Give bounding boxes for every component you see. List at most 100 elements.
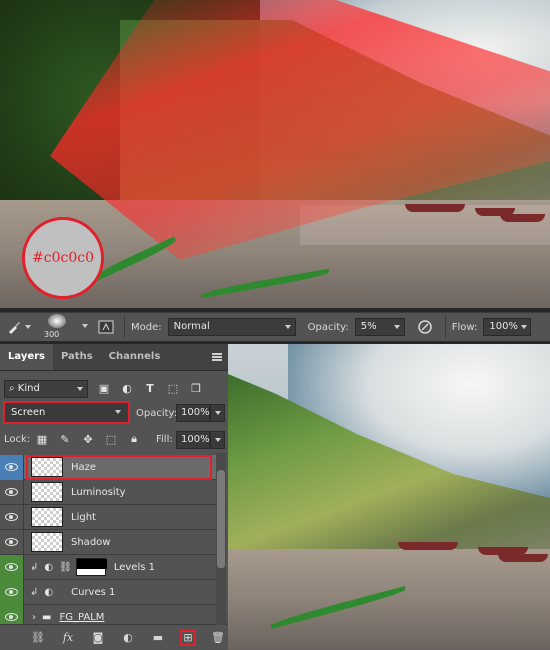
visibility-toggle[interactable] [0, 454, 24, 480]
fill-input[interactable]: 100% [176, 431, 210, 449]
tool-options-bar: 300 Mode: Normal Opacity: 5% Flow: 100% [0, 312, 550, 342]
layer-row-luminosity[interactable]: Luminosity [0, 479, 216, 505]
lock-artboard-icon[interactable]: ⬚ [103, 431, 119, 447]
layer-opacity-input[interactable]: 100% [176, 404, 210, 422]
adjustment-filter-icon[interactable]: ◐ [119, 380, 135, 396]
pressure-opacity-button[interactable] [411, 319, 439, 335]
layer-name: Haze [71, 461, 97, 473]
lock-all-icon[interactable]: 🔒︎ [126, 431, 142, 447]
flow-input[interactable]: 100% [483, 318, 532, 336]
opacity-value: 5% [360, 321, 377, 332]
blend-mode-select[interactable]: Screen [3, 401, 130, 424]
eye-icon [5, 513, 18, 521]
layer-style-fx-icon[interactable]: fx [60, 630, 76, 646]
lock-position-icon[interactable]: ✥ [80, 431, 96, 447]
tab-layers[interactable]: Layers [0, 344, 53, 370]
filter-icons: ▣ ◐ T ⬚ ❐ [96, 380, 204, 396]
flow-label: Flow: [451, 321, 478, 333]
layer-row-light[interactable]: Light [0, 504, 216, 530]
layer-name: Levels 1 [113, 561, 155, 573]
mode-label: Mode: [131, 321, 162, 333]
visibility-toggle[interactable] [0, 554, 24, 580]
visibility-toggle[interactable] [0, 579, 24, 605]
opacity-label: Opacity: [307, 321, 349, 333]
color-swatch-callout: #c0c0c0 [22, 217, 104, 299]
layers-footer-toolbar: ⛓ fx ◙ ◐ ▬ ⊞ 🗑︎ [0, 624, 228, 650]
canvas-image-top: #c0c0c0 [0, 0, 550, 308]
clipping-arrow-icon: ↲ [30, 586, 39, 598]
new-group-icon[interactable]: ▬ [150, 630, 166, 646]
fill-dropdown[interactable] [210, 431, 225, 449]
brush-settings-icon [98, 320, 114, 334]
eye-icon [5, 613, 18, 621]
boat [398, 542, 458, 550]
filter-kind-select[interactable]: ⌕ Kind [4, 380, 88, 398]
flow-value: 100% [489, 321, 518, 332]
new-adjustment-icon[interactable]: ◐ [120, 630, 136, 646]
pixel-filter-icon[interactable]: ▣ [96, 380, 112, 396]
eye-icon [5, 463, 18, 471]
layer-name: Luminosity [71, 486, 126, 498]
folder-icon: ▬ [42, 611, 52, 623]
new-layer-icon[interactable]: ⊞ [180, 629, 196, 646]
layer-opacity-label: Opacity: [136, 408, 178, 419]
layer-name: Shadow [71, 536, 111, 548]
adjustment-layer-icon: ◐ [44, 561, 54, 573]
fill-value: 100% [181, 434, 210, 445]
link-icon: ⛓ [59, 561, 72, 573]
boat [498, 554, 548, 562]
layer-thumbnail [31, 482, 63, 502]
add-mask-icon[interactable]: ◙ [90, 630, 106, 646]
layers-scroll-thumb[interactable] [217, 470, 225, 568]
boats [380, 196, 550, 224]
layer-name: FG_PALM [59, 611, 105, 623]
layer-opacity-dropdown[interactable] [210, 404, 225, 422]
tab-channels[interactable]: Channels [101, 344, 169, 370]
lock-transparency-icon[interactable]: ▦ [34, 431, 50, 447]
visibility-toggle[interactable] [0, 504, 24, 530]
smart-object-filter-icon[interactable]: ❐ [188, 380, 204, 396]
brush-panel-toggle[interactable] [94, 316, 118, 338]
layer-row-levels[interactable]: ↲ ◐ ⛓ Levels 1 [0, 554, 216, 580]
group-expand-chevron-icon[interactable]: › [32, 612, 36, 623]
visibility-toggle[interactable] [0, 529, 24, 555]
layer-row-haze[interactable]: Haze [0, 454, 216, 480]
mode-select[interactable]: Normal [167, 318, 296, 336]
clipping-arrow-icon: ↲ [30, 561, 39, 573]
lock-pixels-icon[interactable]: ✎ [57, 431, 73, 447]
shape-filter-icon[interactable]: ⬚ [165, 380, 181, 396]
opacity-input[interactable]: 5% [354, 318, 405, 336]
visibility-toggle[interactable] [0, 479, 24, 505]
filter-kind-value: Kind [17, 383, 40, 394]
eye-icon [5, 588, 18, 596]
panel-menu-icon[interactable] [212, 353, 222, 361]
type-filter-icon[interactable]: T [142, 380, 158, 396]
layer-name: Light [71, 511, 96, 523]
layer-thumbnail [31, 507, 63, 527]
eye-icon [5, 563, 18, 571]
pressure-icon [417, 320, 432, 334]
fill-label: Fill: [156, 434, 173, 445]
blend-mode-value: Screen [11, 407, 46, 418]
layers-panel: Layers Paths Channels ⌕ Kind ▣ ◐ T ⬚ ❐ S… [0, 344, 228, 650]
delete-layer-icon[interactable]: 🗑︎ [210, 630, 226, 646]
canvas-image-bottom [228, 344, 550, 650]
layer-opacity-value: 100% [181, 407, 210, 418]
color-hex-label: #c0c0c0 [32, 250, 94, 266]
lock-row: Lock: ▦ ✎ ✥ ⬚ 🔒︎ Fill: 100% [0, 430, 228, 450]
layer-thumbnail [31, 457, 63, 477]
mode-value: Normal [173, 321, 210, 332]
brush-size-label: 300 [44, 330, 60, 339]
layer-mask-thumbnail [75, 558, 107, 576]
brush-preset-picker[interactable]: 300 [36, 314, 94, 340]
adjustment-layer-icon: ◐ [44, 586, 54, 598]
layer-thumbnail [31, 532, 63, 552]
link-layers-icon[interactable]: ⛓ [30, 630, 46, 646]
soft-brush-icon [48, 314, 66, 328]
brush-tool-icon[interactable] [0, 319, 36, 335]
layer-row-curves[interactable]: ↲ ◐ Curves 1 [0, 579, 216, 605]
tab-paths[interactable]: Paths [53, 344, 101, 370]
lock-label: Lock: [4, 434, 31, 445]
filter-search-icon: ⌕ [9, 383, 18, 394]
layer-row-shadow[interactable]: Shadow [0, 529, 216, 555]
